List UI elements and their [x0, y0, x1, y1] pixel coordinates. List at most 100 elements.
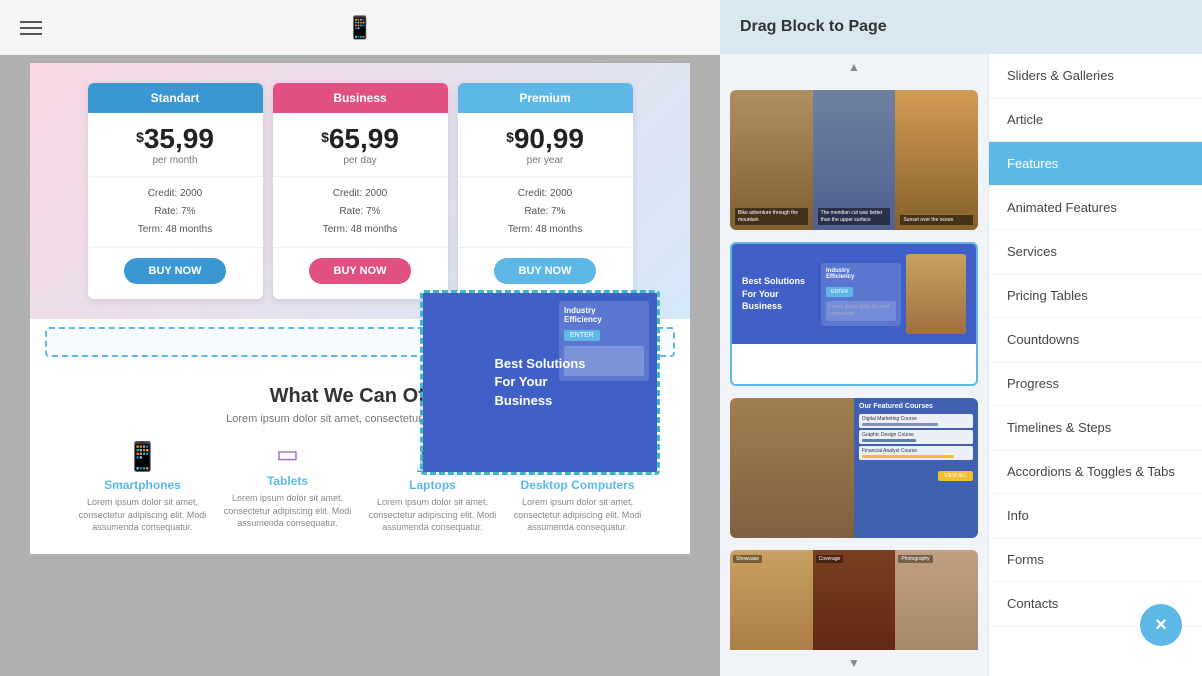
- offer-item-title-0: Smartphones: [73, 478, 213, 492]
- sidebar-item-pricing-tables[interactable]: Pricing Tables: [989, 274, 1202, 318]
- details-premium: Credit: 2000 Rate: 7% Term: 48 months: [458, 176, 633, 248]
- thumb3-title: Our Featured Courses: [859, 403, 973, 410]
- thumb1-title-1: Bike adventure through the mountain: [735, 208, 808, 225]
- sidebar-item-article[interactable]: Article: [989, 98, 1202, 142]
- thumb4-label-3: Photography: [898, 555, 932, 563]
- card-header-business: Business: [273, 83, 448, 113]
- details-standart: Credit: 2000 Rate: 7% Term: 48 months: [88, 176, 263, 248]
- offer-item-title-3: Desktop Computers: [508, 478, 648, 492]
- details-business: Credit: 2000 Rate: 7% Term: 48 months: [273, 176, 448, 248]
- thumb3-bar-2: [862, 439, 916, 442]
- thumb3-cta-btn[interactable]: VIEW ALL: [938, 471, 973, 481]
- drag-card: Best SolutionsFor YourBusiness IndustryE…: [423, 293, 657, 472]
- price-standart: $35,99: [88, 123, 263, 155]
- thumb3-photo: [730, 398, 854, 538]
- sidebar-nav: Sliders & Galleries Article Features Ani…: [988, 54, 1202, 676]
- thumb1-text-1: Bike adventure through the mountain: [735, 208, 808, 225]
- thumb-img-2: Best SolutionsFor YourBusiness IndustryE…: [732, 244, 976, 384]
- scroll-arrows-bottom: ▼: [720, 650, 988, 676]
- thumb1-col-3: Sunset over the ocean: [895, 90, 978, 230]
- thumb-card-1[interactable]: Bike adventure through the mountain The …: [730, 90, 978, 230]
- thumb2-side-title: IndustryEfficiency: [826, 268, 896, 280]
- thumb2-photo: [906, 254, 966, 334]
- period-standart: per month: [88, 155, 263, 166]
- pricing-section: Standart $35,99 per month Credit: 2000 R…: [30, 63, 690, 319]
- offer-item-title-1: Tablets: [218, 474, 358, 488]
- thumb-img-1: Bike adventure through the mountain The …: [730, 90, 978, 230]
- thumb2-left-text: Best SolutionsFor YourBusiness: [742, 275, 813, 313]
- thumbnails-area[interactable]: Bike adventure through the mountain The …: [720, 80, 988, 650]
- sidebar-item-progress[interactable]: Progress: [989, 362, 1202, 406]
- thumb3-item-1: Digital Marketing Course: [859, 414, 973, 428]
- thumb-card-3[interactable]: Our Featured Courses Digital Marketing C…: [730, 398, 978, 538]
- sidebar-item-info[interactable]: Info: [989, 494, 1202, 538]
- sidebar-item-services[interactable]: Services: [989, 230, 1202, 274]
- sidebar-item-countdowns[interactable]: Countdowns: [989, 318, 1202, 362]
- thumb3-bar-1: [862, 423, 938, 426]
- pricing-card-standart: Standart $35,99 per month Credit: 2000 R…: [88, 83, 263, 299]
- scroll-down-arrow[interactable]: ▼: [846, 655, 862, 671]
- sidebar-item-animated-features[interactable]: Animated Features: [989, 186, 1202, 230]
- offer-item-text-2: Lorem ipsum dolor sit amet, consectetur …: [363, 496, 503, 534]
- pricing-card-business: Business $65,99 per day Credit: 2000 Rat…: [273, 83, 448, 299]
- offer-item-text-3: Lorem ipsum dolor sit amet, consectetur …: [508, 496, 648, 534]
- pricing-cards: Standart $35,99 per month Credit: 2000 R…: [45, 83, 675, 299]
- pricing-card-premium: Premium $90,99 per year Credit: 2000 Rat…: [458, 83, 633, 299]
- sidebar-item-features[interactable]: Features: [989, 142, 1202, 186]
- thumb1-grid: Bike adventure through the mountain The …: [730, 90, 978, 230]
- offer-item-title-2: Laptops: [363, 478, 503, 492]
- offer-item-tablets: ▭ Tablets Lorem ipsum dolor sit amet, co…: [218, 440, 358, 534]
- offer-item-smartphones: 📱 Smartphones Lorem ipsum dolor sit amet…: [73, 440, 213, 534]
- thumb3-item-3: Financial Analyst Course: [859, 446, 973, 460]
- device-icon[interactable]: 📱: [346, 15, 373, 41]
- period-business: per day: [273, 155, 448, 166]
- tablet-icon: ▭: [218, 440, 358, 469]
- thumb2-right-panel: IndustryEfficiency ENTER Lorem ipsum dol…: [821, 263, 901, 326]
- right-content: ▲ Bike adventure through the mountain: [720, 54, 1202, 676]
- editor-area: 📱 Standart $35,99 per month Credit: 2000…: [0, 0, 720, 676]
- drag-card-side-title: IndustryEfficiency: [564, 306, 644, 324]
- sidebar-item-timelines[interactable]: Timelines & Steps: [989, 406, 1202, 450]
- sidebar-item-sliders[interactable]: Sliders & Galleries: [989, 54, 1202, 98]
- sidebar-item-accordions[interactable]: Accordions & Toggles & Tabs: [989, 450, 1202, 494]
- phone-icon: 📱: [73, 440, 213, 473]
- sidebar-item-forms[interactable]: Forms: [989, 538, 1202, 582]
- thumb4-col-2: Coverage View More: [813, 550, 896, 650]
- thumb3-content: Our Featured Courses Digital Marketing C…: [730, 398, 978, 538]
- thumb1-col-1: Bike adventure through the mountain: [730, 90, 813, 230]
- offer-item-text-0: Lorem ipsum dolor sit amet, consectetur …: [73, 496, 213, 534]
- scroll-up-arrow[interactable]: ▲: [846, 59, 862, 75]
- thumb4-grid: Showcase View More Coverage View More Ph…: [730, 550, 978, 650]
- drag-label: Drag Block to Page: [740, 18, 887, 35]
- drag-card-side-btn[interactable]: ENTER: [564, 330, 600, 341]
- thumb4-col-3: Photography View More: [895, 550, 978, 650]
- right-header: Drag Block to Page: [720, 0, 1202, 54]
- thumb3-courses: Our Featured Courses Digital Marketing C…: [854, 398, 978, 538]
- buy-btn-standart[interactable]: BUY NOW: [124, 258, 227, 284]
- thumb1-title-3: Sunset over the ocean: [900, 215, 973, 226]
- thumb-card-4[interactable]: Showcase View More Coverage View More Ph…: [730, 550, 978, 650]
- thumb4-label-1: Showcase: [733, 555, 762, 563]
- thumb2-side-btn[interactable]: ENTER: [826, 287, 853, 297]
- buy-btn-business[interactable]: BUY NOW: [309, 258, 412, 284]
- currency-standart: $: [136, 129, 144, 145]
- drag-overlay[interactable]: Best SolutionsFor YourBusiness IndustryE…: [420, 290, 660, 475]
- right-panel: Drag Block to Page ▲ Bike adventure thro…: [720, 0, 1202, 676]
- price-business: $65,99: [273, 123, 448, 155]
- buy-btn-premium[interactable]: BUY NOW: [494, 258, 597, 284]
- thumb-section: ▲ Bike adventure through the mountain: [720, 54, 988, 676]
- card-header-premium: Premium: [458, 83, 633, 113]
- thumb-card-2[interactable]: Best SolutionsFor YourBusiness IndustryE…: [730, 242, 978, 386]
- thumb1-text-2: The meridian cut was better than the upp…: [818, 208, 891, 225]
- thumb3-item-2: Graphic Design Course: [859, 430, 973, 444]
- thumb-img-4: Showcase View More Coverage View More Ph…: [730, 550, 978, 650]
- currency-premium: $: [506, 129, 514, 145]
- price-premium: $90,99: [458, 123, 633, 155]
- menu-icon[interactable]: [20, 17, 42, 39]
- thumb4-col-1: Showcase View More: [730, 550, 813, 650]
- card-header-standart: Standart: [88, 83, 263, 113]
- currency-business: $: [321, 129, 329, 145]
- close-button[interactable]: ×: [1140, 604, 1182, 646]
- thumb1-text-3: Sunset over the ocean: [900, 215, 973, 226]
- drag-card-sidebar: IndustryEfficiency ENTER: [559, 301, 649, 381]
